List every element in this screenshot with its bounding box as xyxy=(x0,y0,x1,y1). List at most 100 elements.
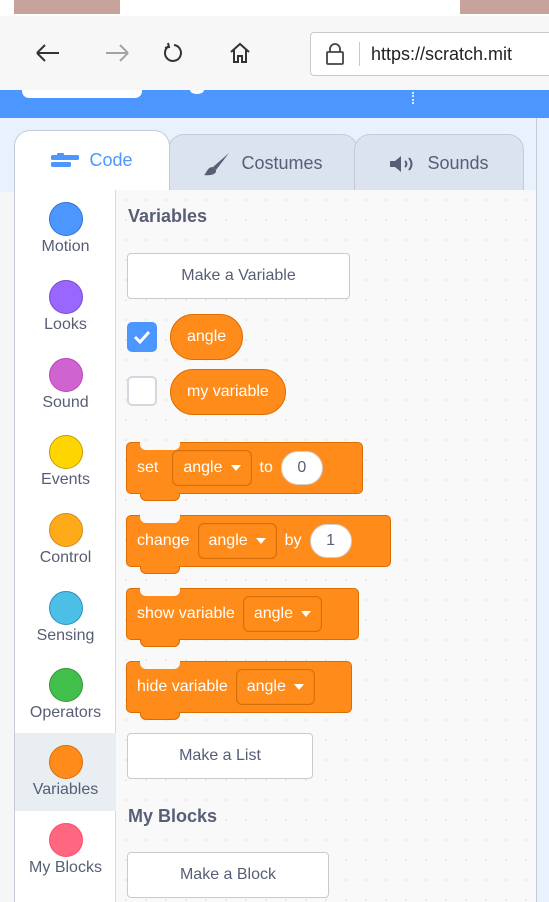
block-label: by xyxy=(284,532,302,549)
block-notch xyxy=(140,712,180,720)
my-blocks-icon xyxy=(48,823,83,857)
caret-down-icon xyxy=(300,611,311,617)
dropdown-value: angle xyxy=(246,678,286,695)
tab-sounds[interactable]: Sounds xyxy=(354,134,524,192)
category-label: Events xyxy=(41,471,90,488)
category-label: Looks xyxy=(44,316,87,333)
block-label: to xyxy=(259,459,273,476)
block-label: set xyxy=(137,459,159,476)
scratch-menu-bar xyxy=(0,90,549,118)
control-icon xyxy=(48,513,83,547)
dropdown-value: angle xyxy=(183,459,223,476)
block-notch xyxy=(140,588,180,596)
my-blocks-heading: My Blocks xyxy=(128,806,218,826)
category-label: My Blocks xyxy=(29,859,102,876)
make-block-button[interactable]: Make a Block xyxy=(127,852,329,898)
make-list-button[interactable]: Make a List xyxy=(127,733,313,779)
block-notch xyxy=(140,515,180,523)
hide-variable-block[interactable]: hide variable angle xyxy=(126,661,352,720)
variable-dropdown[interactable]: angle xyxy=(172,450,252,486)
category-my-blocks[interactable]: My Blocks xyxy=(15,811,116,889)
editor-tabs: Code Costumes Sounds xyxy=(0,118,549,192)
variable-dropdown[interactable]: angle xyxy=(242,596,322,632)
block-palette: Variables Make a Variable angle my varia… xyxy=(116,190,536,902)
looks-icon xyxy=(48,280,83,314)
category-label: Sound xyxy=(42,394,89,411)
category-label: Operators xyxy=(29,704,102,721)
dropdown-value: angle xyxy=(208,532,248,549)
lock-icon xyxy=(326,43,344,65)
set-variable-block[interactable]: set angle to 0 xyxy=(126,442,363,501)
block-notch xyxy=(140,442,180,450)
tab-label: Code xyxy=(89,150,133,170)
variables-icon xyxy=(48,745,83,779)
arrow-left-icon xyxy=(36,44,59,62)
window-top-edge xyxy=(0,0,549,16)
checkmark-icon xyxy=(133,330,151,344)
variable-checkbox-my-variable[interactable] xyxy=(127,376,157,406)
variable-dropdown[interactable]: angle xyxy=(197,523,277,559)
variable-dropdown[interactable]: angle xyxy=(235,669,315,705)
motion-icon xyxy=(48,202,83,236)
variable-reporter-angle[interactable]: angle xyxy=(170,314,244,360)
menu-separator xyxy=(412,92,414,104)
address-bar[interactable]: https://scratch.mit xyxy=(310,32,549,76)
category-variables[interactable]: Variables xyxy=(15,733,116,811)
block-notch xyxy=(140,639,180,647)
variables-heading: Variables xyxy=(128,206,208,226)
refresh-icon xyxy=(164,42,182,62)
variable-reporter-my-variable[interactable]: my variable xyxy=(170,369,286,415)
category-menu: Motion Looks Sound Events Control Sensin… xyxy=(14,190,116,902)
home-icon xyxy=(230,42,250,63)
operators-icon xyxy=(48,668,83,702)
sensing-icon xyxy=(48,591,83,625)
events-icon xyxy=(48,435,83,469)
category-sound[interactable]: Sound xyxy=(15,346,116,424)
category-label: Control xyxy=(39,549,92,566)
arrow-right-icon xyxy=(106,44,129,62)
variable-checkbox-angle[interactable] xyxy=(127,322,157,352)
speaker-icon xyxy=(390,155,413,172)
block-notch xyxy=(140,661,180,669)
home-button[interactable] xyxy=(220,16,260,90)
category-label: Variables xyxy=(32,781,99,798)
block-notch xyxy=(140,566,180,574)
category-motion[interactable]: Motion xyxy=(15,190,116,268)
background-window-edge xyxy=(14,0,120,14)
background-window-edge xyxy=(460,0,549,14)
caret-down-icon xyxy=(230,465,241,471)
value-input[interactable]: 0 xyxy=(280,451,323,485)
block-notch xyxy=(140,493,180,501)
back-button[interactable] xyxy=(28,16,68,90)
code-icon xyxy=(51,152,80,167)
category-label: Motion xyxy=(41,238,90,255)
category-control[interactable]: Control xyxy=(15,501,116,579)
dropdown-value: angle xyxy=(253,605,293,622)
change-variable-block[interactable]: change angle by 1 xyxy=(126,515,391,574)
address-divider xyxy=(359,42,360,66)
scratch-logo[interactable] xyxy=(22,90,142,98)
url-text[interactable]: https://scratch.mit xyxy=(371,44,512,65)
category-sensing[interactable]: Sensing xyxy=(15,579,116,657)
tab-label: Costumes xyxy=(241,153,323,173)
tab-code[interactable]: Code xyxy=(14,130,170,190)
block-label: show variable xyxy=(137,605,235,622)
block-label: hide variable xyxy=(137,678,228,695)
stage-divider xyxy=(536,118,549,902)
category-operators[interactable]: Operators xyxy=(15,656,116,734)
tab-costumes[interactable]: Costumes xyxy=(168,134,358,192)
caret-down-icon xyxy=(293,684,304,690)
caret-down-icon xyxy=(255,538,266,544)
category-events[interactable]: Events xyxy=(15,423,116,501)
brush-icon xyxy=(204,152,230,175)
sound-icon xyxy=(48,358,83,392)
browser-toolbar: https://scratch.mit xyxy=(0,16,549,90)
value-input[interactable]: 1 xyxy=(309,524,352,558)
menu-icon[interactable] xyxy=(190,90,204,94)
show-variable-block[interactable]: show variable angle xyxy=(126,588,359,647)
forward-button[interactable] xyxy=(97,16,137,90)
category-looks[interactable]: Looks xyxy=(15,268,116,346)
category-label: Sensing xyxy=(36,627,95,644)
make-variable-button[interactable]: Make a Variable xyxy=(127,253,350,299)
refresh-button[interactable] xyxy=(154,16,194,90)
